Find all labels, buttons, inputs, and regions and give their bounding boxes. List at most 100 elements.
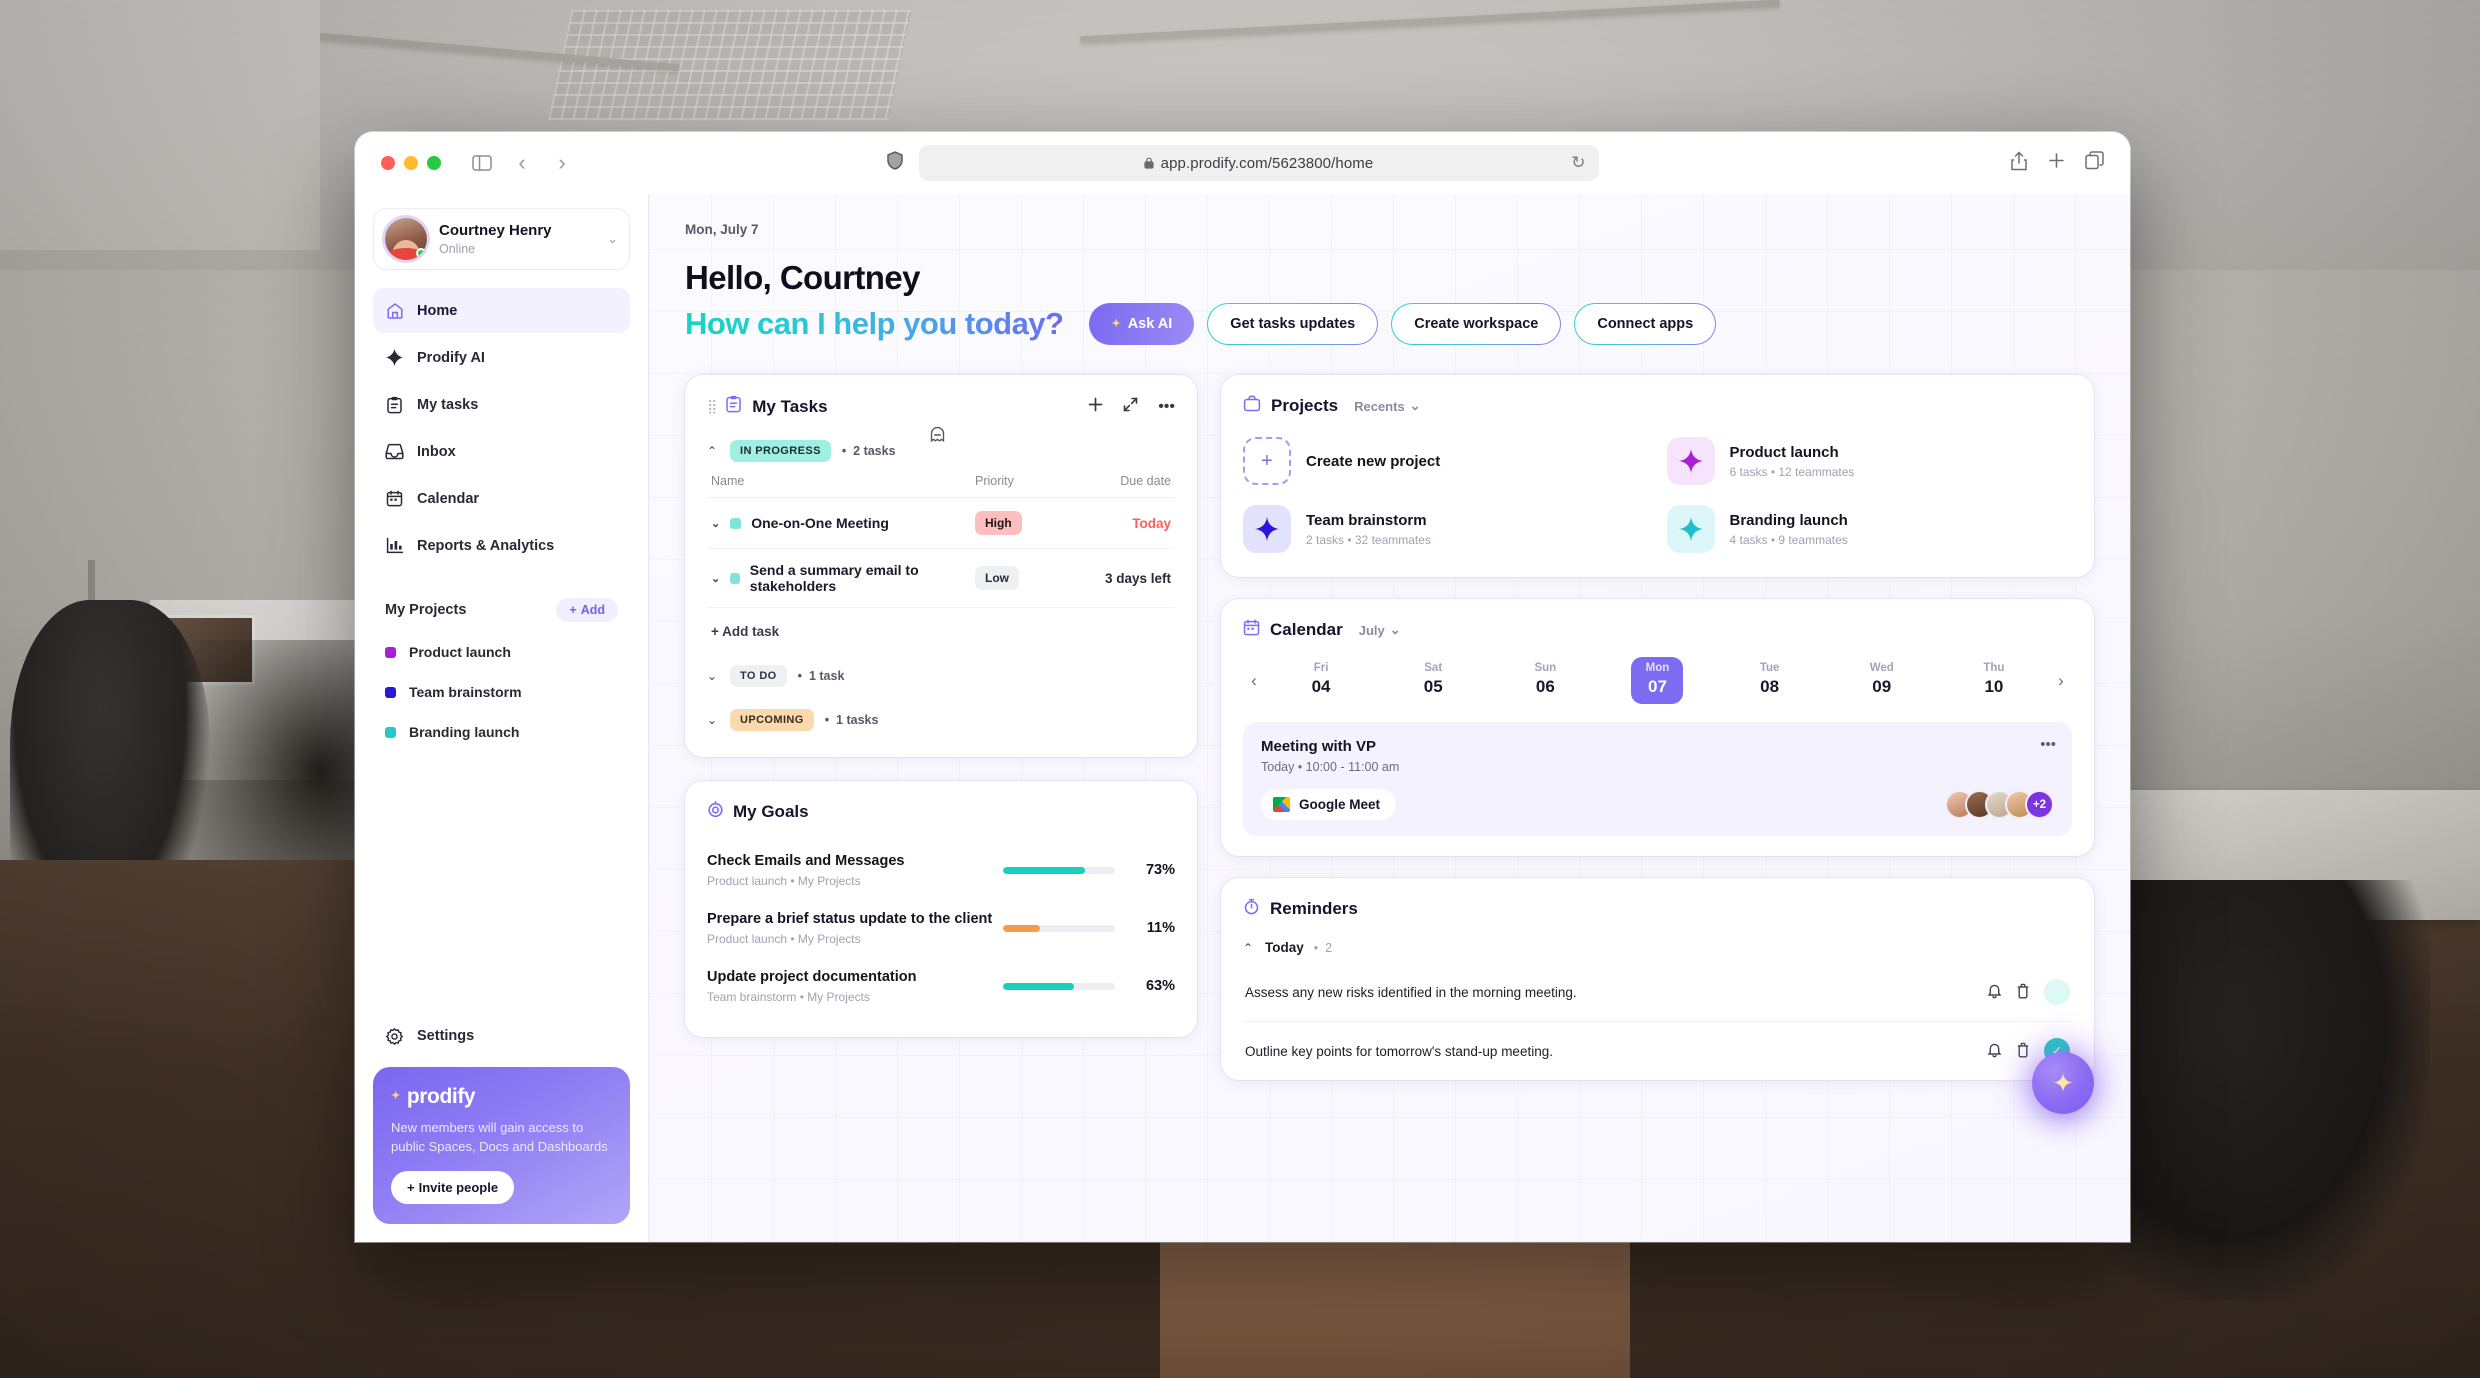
list-item[interactable]: Outline key points for tomorrow's stand-… — [1243, 1022, 2072, 1080]
project-card-team-brainstorm[interactable]: Team brainstorm 2 tasks • 32 teammates — [1243, 505, 1649, 553]
sidebar-project-team-brainstorm[interactable]: Team brainstorm — [373, 672, 630, 712]
chevron-up-icon[interactable]: ⌃ — [1243, 941, 1255, 955]
calendar-day[interactable]: Fri 04 — [1295, 657, 1347, 704]
calendar-day-selected[interactable]: Mon 07 — [1631, 657, 1684, 704]
goal-info: Prepare a brief status update to the cli… — [707, 910, 1003, 946]
calendar-card: Calendar July ⌄ ‹ Fri 04 Sat 05 Sun 06 M… — [1221, 599, 2094, 856]
projects-card-title: Projects — [1271, 396, 1339, 415]
more-options-icon[interactable]: ••• — [2040, 736, 2056, 753]
day-of-week: Tue — [1759, 662, 1780, 674]
invite-people-button[interactable]: + Invite people — [391, 1171, 515, 1204]
priority-badge: High — [975, 511, 1022, 535]
list-item[interactable]: Update project documentation Team brains… — [707, 957, 1175, 1015]
create-workspace-button[interactable]: Create workspace — [1391, 303, 1561, 345]
attendee-avatars[interactable]: +2 — [1945, 790, 2054, 819]
calendar-event-card[interactable]: Meeting with VP Today • 10:00 - 11:00 am… — [1243, 722, 2072, 836]
connect-apps-button[interactable]: Connect apps — [1574, 303, 1716, 345]
sidebar-item-my-tasks[interactable]: My tasks — [373, 382, 630, 427]
google-meet-button[interactable]: Google Meet — [1261, 789, 1397, 820]
chevron-down-icon[interactable]: ⌄ — [711, 572, 720, 585]
share-icon[interactable] — [2010, 150, 2028, 176]
google-meet-label: Google Meet — [1299, 797, 1381, 812]
sidebar-project-branding-launch[interactable]: Branding launch — [373, 712, 630, 752]
task-due-date: 3 days left — [1104, 570, 1171, 586]
reminder-complete-button[interactable]: ✓ — [2044, 979, 2070, 1005]
calendar-day[interactable]: Wed 09 — [1856, 657, 1908, 704]
project-card-branding-launch[interactable]: Branding launch 4 tasks • 9 teammates — [1666, 505, 2073, 553]
bell-icon[interactable] — [1987, 1042, 2002, 1061]
close-window-button[interactable] — [381, 156, 395, 170]
list-item[interactable]: Prepare a brief status update to the cli… — [707, 899, 1175, 957]
window-controls[interactable] — [381, 156, 441, 170]
sidebar-item-home[interactable]: Home — [373, 288, 630, 333]
back-button-icon[interactable]: ‹ — [507, 148, 537, 178]
ask-ai-button[interactable]: ✦ Ask AI — [1089, 303, 1195, 345]
list-item[interactable]: Check Emails and Messages Product launch… — [707, 841, 1175, 899]
get-tasks-updates-button[interactable]: Get tasks updates — [1207, 303, 1378, 345]
calendar-day[interactable]: Tue 08 — [1744, 657, 1796, 704]
chevron-down-icon[interactable]: ⌄ — [707, 669, 719, 683]
day-number: 10 — [1984, 677, 2004, 696]
calendar-day-strip: ‹ Fri 04 Sat 05 Sun 06 Mon 07 Tue 08 Wed… — [1243, 657, 2072, 704]
event-title: Meeting with VP — [1261, 738, 1377, 755]
sidebar-project-product-launch[interactable]: Product launch — [373, 632, 630, 672]
task-group-to-do[interactable]: ⌄ TO DO • 1 task — [707, 665, 1175, 687]
event-time: Today • 10:00 - 11:00 am — [1261, 760, 1400, 774]
sidebar-item-settings[interactable]: Settings — [373, 1014, 630, 1059]
calendar-icon — [1243, 619, 1260, 641]
sidebar-item-calendar[interactable]: Calendar — [373, 476, 630, 521]
trash-icon[interactable] — [2016, 983, 2030, 1002]
more-options-icon[interactable]: ••• — [1158, 398, 1175, 416]
star4-icon — [1678, 449, 1703, 473]
sidebar-toggle-icon[interactable] — [467, 148, 497, 178]
calendar-day[interactable]: Sun 06 — [1519, 657, 1571, 704]
bell-icon[interactable] — [1987, 983, 2002, 1002]
user-profile-card[interactable]: Courtney Henry Online ⌄ — [373, 208, 630, 270]
create-new-project-button[interactable]: + Create new project — [1243, 437, 1649, 485]
drag-handle-icon[interactable]: ⣿ — [707, 398, 717, 415]
sidebar-nav: Home Prodify AI My tasks Inbox Calendar … — [373, 288, 630, 570]
shield-icon[interactable] — [886, 151, 903, 175]
projects-filter-dropdown[interactable]: Recents ⌄ — [1354, 398, 1420, 414]
table-row[interactable]: ⌄ Send a summary email to stakeholders L… — [707, 549, 1175, 608]
reload-icon[interactable]: ↻ — [1571, 153, 1585, 173]
calendar-day[interactable]: Thu 10 — [1968, 657, 2020, 704]
add-project-button[interactable]: + Add — [556, 598, 618, 622]
month-selector[interactable]: July ⌄ — [1359, 622, 1401, 638]
sidebar-item-reports-analytics[interactable]: Reports & Analytics — [373, 523, 630, 568]
prev-week-icon[interactable]: ‹ — [1243, 671, 1265, 691]
next-week-icon[interactable]: › — [2050, 671, 2072, 691]
chevron-up-icon[interactable]: ⌃ — [707, 444, 719, 458]
calendar-day[interactable]: Sat 05 — [1407, 657, 1459, 704]
maximize-window-button[interactable] — [427, 156, 441, 170]
add-task-icon[interactable] — [1088, 397, 1103, 417]
sidebar-item-label: Settings — [417, 1028, 475, 1045]
ask-ai-floating-button[interactable]: ✦ — [2032, 1052, 2094, 1114]
chevron-down-icon[interactable]: ⌄ — [707, 713, 719, 727]
list-item[interactable]: Assess any new risks identified in the m… — [1243, 963, 2072, 1022]
goal-progress-fill — [1003, 982, 1074, 990]
invite-people-label: Invite people — [418, 1180, 499, 1195]
sidebar-item-label: My tasks — [417, 396, 479, 413]
expand-icon[interactable] — [1123, 397, 1138, 417]
task-group-upcoming[interactable]: ⌄ UPCOMING • 1 tasks — [707, 709, 1175, 731]
project-thumbnail — [1666, 437, 1715, 485]
project-card-product-launch[interactable]: Product launch 6 tasks • 12 teammates — [1666, 437, 2073, 485]
sidebar-item-prodify-ai[interactable]: Prodify AI — [373, 335, 630, 380]
chevron-down-icon[interactable]: ⌄ — [711, 517, 720, 530]
assistant-prompt: How can I help you today? — [685, 306, 1064, 341]
reminders-group-today[interactable]: ⌃ Today • 2 — [1243, 940, 2072, 955]
star4-icon — [1255, 517, 1279, 541]
chevron-down-icon[interactable]: ⌄ — [607, 231, 618, 247]
avatar — [385, 218, 427, 260]
forward-button-icon[interactable]: › — [547, 148, 577, 178]
minimize-window-button[interactable] — [404, 156, 418, 170]
table-row[interactable]: ⌄ One-on-One Meeting High Today — [707, 498, 1175, 549]
plus-icon[interactable] — [2048, 152, 2065, 174]
tab-overview-icon[interactable] — [2085, 151, 2104, 175]
emoji-reaction-icon[interactable] — [929, 426, 946, 448]
add-task-button[interactable]: + Add task — [707, 608, 1175, 643]
sidebar-item-inbox[interactable]: Inbox — [373, 429, 630, 474]
trash-icon[interactable] — [2016, 1042, 2030, 1061]
url-input[interactable]: app.prodify.com/5623800/home ↻ — [918, 145, 1599, 181]
